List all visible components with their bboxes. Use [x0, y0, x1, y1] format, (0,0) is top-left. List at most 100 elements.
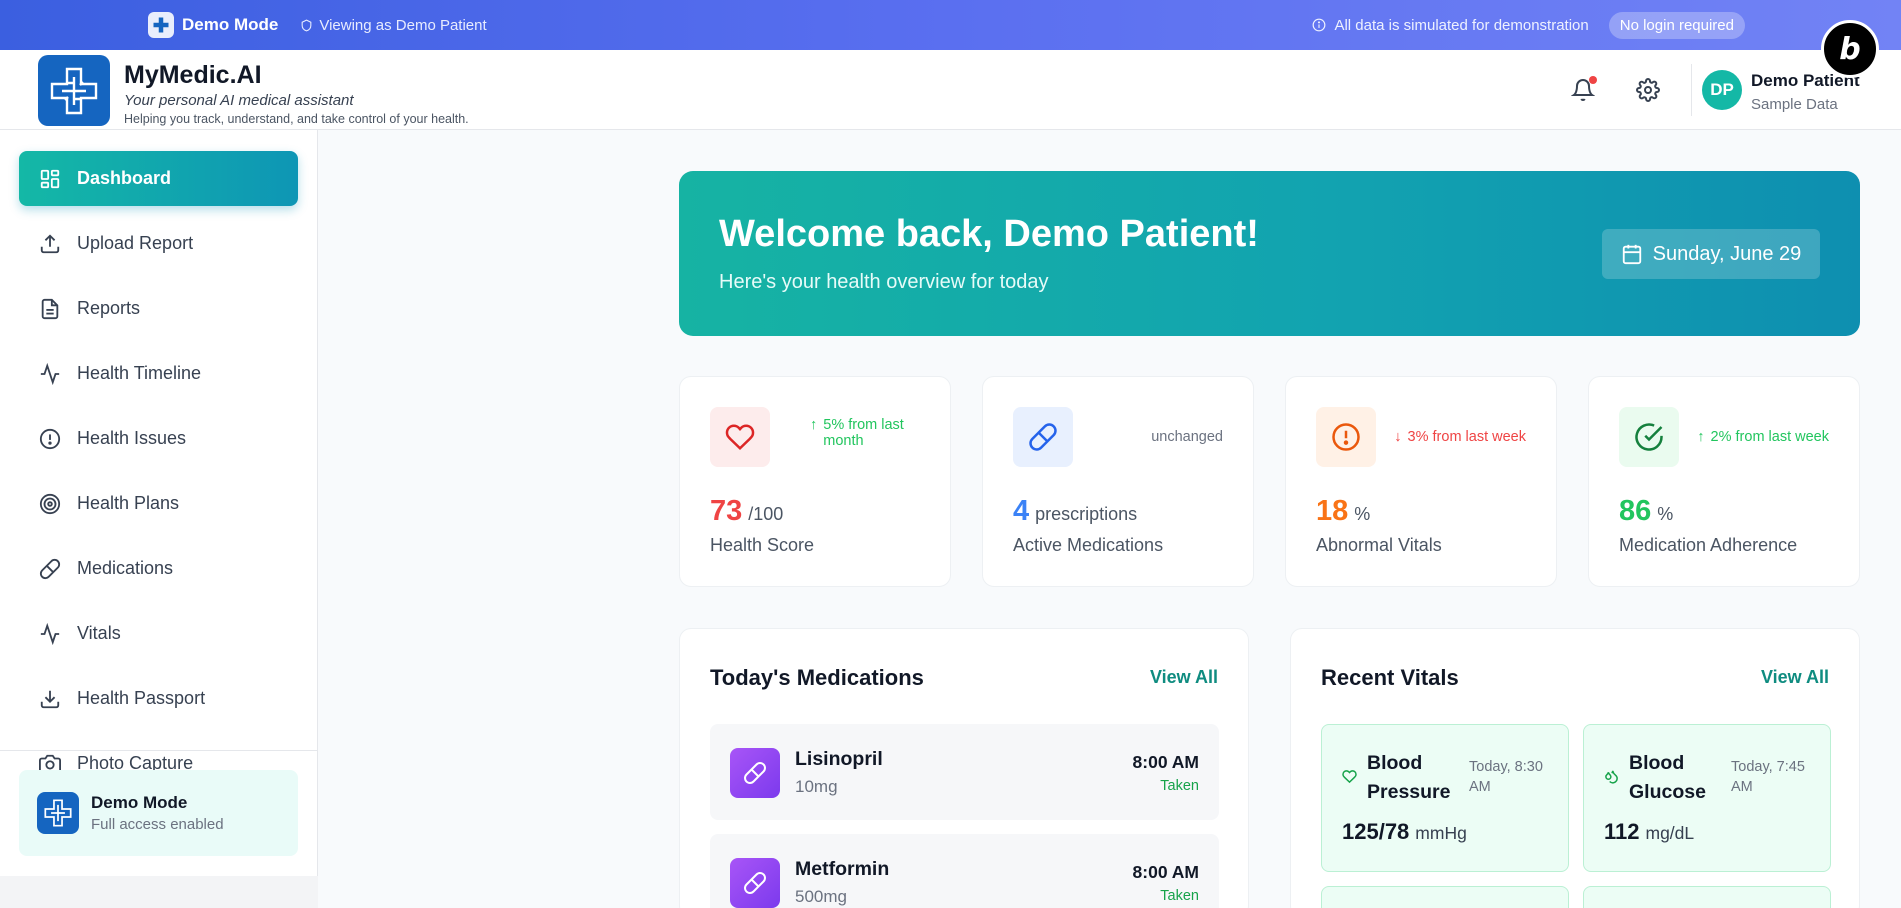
- welcome-banner: Welcome back, Demo Patient! Here's your …: [679, 171, 1860, 336]
- stat-trend: unchanged: [1151, 429, 1223, 445]
- sidebar-item-medications[interactable]: Medications: [19, 541, 298, 596]
- bolt-logo-icon: b: [1839, 31, 1861, 67]
- document-icon: [41, 298, 59, 319]
- sidebar-item-dashboard[interactable]: Dashboard: [19, 151, 298, 206]
- calendar-icon: [1622, 244, 1641, 265]
- activity-icon: [40, 362, 60, 385]
- vital-time: Today, 7:45 AM: [1731, 759, 1805, 795]
- demo-card-title: Demo Mode: [91, 793, 188, 812]
- simulated-note-text: All data is simulated for demonstration: [1334, 16, 1589, 34]
- settings-button[interactable]: [1634, 76, 1662, 104]
- pill-icon: [39, 558, 61, 579]
- demo-card-subtitle: Full access enabled: [91, 816, 224, 833]
- stat-card-abnormal-vitals[interactable]: ↓ 3% from last week 18% Abnormal Vitals: [1285, 376, 1557, 587]
- welcome-title: Welcome back, Demo Patient!: [719, 213, 1259, 255]
- stat-card-health-score[interactable]: ↑ 5% from last month 73/100 Health Score: [679, 376, 951, 587]
- vital-card[interactable]: [1583, 886, 1831, 908]
- viewing-as-text: Viewing as Demo Patient: [319, 16, 487, 34]
- sidebar-item-health-passport[interactable]: Health Passport: [19, 671, 298, 726]
- medication-dose: 500mg: [795, 887, 847, 906]
- sidebar-item-label: Health Timeline: [77, 363, 202, 383]
- demo-mode-card: Demo Mode Full access enabled: [19, 770, 298, 856]
- sidebar-item-health-timeline[interactable]: Health Timeline: [19, 346, 298, 401]
- pill-icon: [1013, 407, 1073, 467]
- stat-label: Active Medications: [1013, 535, 1164, 555]
- view-all-medications-link[interactable]: View All: [1150, 667, 1218, 688]
- vital-card-blood-pressure[interactable]: Blood Pressure Today, 8:30 AM 125/78 mmHg: [1321, 724, 1569, 872]
- pill-icon: [730, 748, 780, 798]
- check-circle-icon: [1619, 407, 1679, 467]
- shield-icon: [301, 18, 312, 31]
- stat-value: 86: [1619, 495, 1652, 527]
- medication-dose: 10mg: [795, 777, 838, 796]
- bolt-badge[interactable]: b: [1821, 20, 1879, 78]
- demo-banner: Demo Mode Viewing as Demo Patient All da…: [0, 0, 1901, 50]
- medication-status: Taken: [1160, 888, 1199, 904]
- sidebar-item-upload-report[interactable]: Upload Report: [19, 216, 298, 271]
- pill-icon: [730, 858, 780, 908]
- brand-subtitle: Helping you track, understand, and take …: [124, 112, 469, 126]
- grid-icon: [40, 169, 60, 188]
- avatar[interactable]: DP: [1702, 70, 1742, 110]
- info-icon: [1313, 18, 1326, 32]
- sidebar-item-vitals[interactable]: Vitals: [19, 606, 298, 661]
- droplets-icon: [1605, 770, 1618, 784]
- sidebar: Dashboard Upload Report Reports Health T…: [0, 130, 318, 876]
- stat-value: 18: [1316, 495, 1349, 527]
- brand-title: MyMedic.AI: [124, 61, 262, 89]
- sidebar-divider: [0, 750, 317, 751]
- alert-circle-icon: [1316, 407, 1376, 467]
- date-pill: Sunday, June 29: [1602, 229, 1820, 279]
- list-item[interactable]: Lisinopril 10mg 8:00 AM Taken: [710, 724, 1219, 820]
- recent-vitals-panel: Recent Vitals View All Blood Pressure To…: [1290, 628, 1860, 908]
- gear-icon: [1636, 78, 1660, 102]
- view-all-vitals-link[interactable]: View All: [1761, 667, 1829, 688]
- sidebar-item-label: Health Issues: [77, 428, 187, 448]
- sidebar-item-reports[interactable]: Reports: [19, 281, 298, 336]
- vital-card-blood-glucose[interactable]: Blood Glucose Today, 7:45 AM 112 mg/dL: [1583, 724, 1831, 872]
- panel-title: Today's Medications: [710, 665, 924, 690]
- stat-label: Health Score: [710, 535, 815, 555]
- brand-logo-icon: [38, 55, 110, 126]
- stat-unit: %: [1657, 504, 1674, 524]
- vital-card[interactable]: [1321, 886, 1569, 908]
- todays-medications-panel: Today's Medications View All Lisinopril …: [679, 628, 1249, 908]
- arrow-up-icon: ↑: [1697, 429, 1705, 445]
- sidebar-item-health-plans[interactable]: Health Plans: [19, 476, 298, 531]
- sidebar-item-label: Health Passport: [77, 688, 206, 708]
- vital-value: 112: [1604, 819, 1640, 844]
- app-header: MyMedic.AI Your personal AI medical assi…: [0, 50, 1901, 130]
- date-text: Sunday, June 29: [1652, 242, 1802, 265]
- medication-time: 8:00 AM: [1132, 862, 1199, 882]
- notification-dot: [1589, 76, 1597, 84]
- arrow-up-icon: ↑: [810, 417, 818, 433]
- stat-trend: ↑ 2% from last week: [1697, 429, 1829, 445]
- medication-time: 8:00 AM: [1132, 752, 1199, 772]
- target-icon: [39, 493, 61, 514]
- stat-trend: ↓ 3% from last week: [1394, 429, 1526, 445]
- bottom-strip: [0, 876, 318, 908]
- sidebar-item-label: Upload Report: [77, 233, 194, 253]
- sidebar-item-label: Dashboard: [77, 168, 172, 188]
- vital-name: Blood Pressure: [1367, 752, 1451, 803]
- brand[interactable]: MyMedic.AI Your personal AI medical assi…: [38, 55, 469, 126]
- vital-unit: mg/dL: [1645, 823, 1695, 843]
- arrow-down-icon: ↓: [1394, 429, 1402, 445]
- stat-card-medication-adherence[interactable]: ↑ 2% from last week 86% Medication Adher…: [1588, 376, 1860, 587]
- sidebar-item-health-issues[interactable]: Health Issues: [19, 411, 298, 466]
- download-icon: [40, 690, 60, 708]
- notifications-button[interactable]: [1569, 76, 1597, 104]
- list-item[interactable]: Metformin 500mg 8:00 AM Taken: [710, 834, 1219, 908]
- stat-value: 73: [710, 495, 743, 527]
- stat-trend: ↑ 5% from last month: [810, 417, 904, 449]
- user-subtitle: Sample Data: [1751, 96, 1838, 113]
- stat-card-active-medications[interactable]: unchanged 4 prescriptions Active Medicati…: [982, 376, 1254, 587]
- vital-time: Today, 8:30 AM: [1469, 759, 1543, 795]
- stat-label: Abnormal Vitals: [1316, 535, 1442, 555]
- welcome-subtitle: Here's your health overview for today: [719, 271, 1049, 293]
- medication-name: Lisinopril: [795, 748, 883, 770]
- no-login-pill: No login required: [1608, 11, 1745, 39]
- simulated-note: All data is simulated for demonstration: [1312, 16, 1589, 34]
- vital-unit: mmHg: [1415, 823, 1467, 843]
- upload-icon: [40, 233, 60, 253]
